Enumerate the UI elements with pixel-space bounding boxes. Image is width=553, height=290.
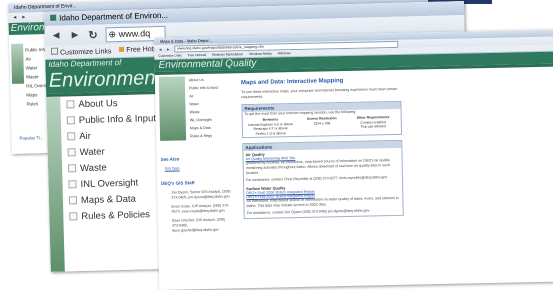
- gis-staff-list: Jim Dyson, Senior GIS Analyst, (208) 373…: [171, 189, 232, 233]
- table-cell: [296, 130, 347, 136]
- page-icon: [50, 47, 59, 55]
- fav-link[interactable]: Windows: [278, 51, 291, 55]
- gis-staff-heading: DEQ's GIS Staff: [160, 180, 195, 186]
- gis-data-link[interactable]: GIS Data: [165, 166, 180, 170]
- forward-button[interactable]: ►: [69, 29, 80, 41]
- back-icon[interactable]: ◄: [158, 46, 162, 51]
- bullet-icon: [66, 116, 75, 125]
- bullet-icon: [68, 180, 77, 189]
- table-cell: Firefox 1.0 or above: [255, 131, 286, 136]
- app-description: (powered by ArcIMS). An interactive, map…: [245, 158, 390, 176]
- sidebar-menu: About Us Public Info & Input Air Water W…: [66, 94, 158, 224]
- page-title: Maps and Data: Interactive Mapping: [240, 78, 344, 87]
- tree-photo: [46, 96, 65, 272]
- staff-entry: Evan Coyle, GIS Analyst, (208) 373-0573,…: [171, 203, 230, 214]
- sidebar: About Us Public Info & Input Air Water W…: [46, 93, 169, 272]
- bullet-icon: [69, 212, 78, 221]
- bullet-icon: [67, 148, 76, 157]
- customize-links-link[interactable]: Customize Links: [50, 46, 112, 57]
- sidebar-item-rules[interactable]: Rules & Policies: [69, 206, 158, 224]
- bullet-icon: [67, 164, 77, 173]
- applications-panel: Applications Air Quality Air Quality Mon…: [242, 140, 404, 220]
- fav-link[interactable]: Free Hotmail: [188, 53, 206, 57]
- sidebar-item-rules[interactable]: Rules & Regs: [190, 132, 219, 141]
- staff-entry: Dave Grachel, GIS Analyst, (208) 373-040…: [171, 217, 226, 233]
- globe-icon: ⊕: [108, 28, 117, 39]
- forward-icon[interactable]: ►: [166, 46, 170, 51]
- table-cell: [348, 129, 399, 135]
- sidebar-item-public-info[interactable]: Public Info & Input: [189, 84, 218, 93]
- bullet-icon: [68, 196, 78, 205]
- sidebar: About Us Public Info & Input Air Water W…: [155, 73, 235, 290]
- bullet-icon: [67, 132, 76, 141]
- refresh-button[interactable]: ↻: [88, 28, 98, 41]
- requirements-table: Browsers Screen Resolution Other Require…: [243, 114, 401, 138]
- fav-link[interactable]: Windows Marketplace: [212, 52, 243, 57]
- browser-window-front: Maps & Data - Idaho Depar... ◄ ► www.deq…: [154, 29, 553, 290]
- app-description: An interactive, map-based source of info…: [246, 196, 399, 209]
- requirements-panel: Requirements To get the most from your I…: [241, 100, 403, 139]
- application-air: Air Quality Air Quality Monitoring Web S…: [243, 148, 402, 185]
- fav-link[interactable]: Windows Media: [249, 52, 272, 56]
- sidebar-menu: About Us Public Info & Input Air Water W…: [189, 76, 220, 141]
- back-icon[interactable]: ◄: [12, 15, 17, 21]
- popular-topics[interactable]: Popular Ti...: [19, 135, 43, 141]
- forward-icon[interactable]: ►: [21, 15, 26, 21]
- staff-entry: Jim Dyson, Senior GIS Analyst, (208) 373…: [171, 189, 231, 200]
- fav-link[interactable]: Customize Links: [158, 53, 181, 57]
- hotmail-icon: [119, 46, 125, 53]
- page-favicon: [50, 14, 57, 21]
- bullet-icon: [66, 100, 75, 109]
- application-water: Surface Water Quality DEQ's Draft 2006 3…: [244, 182, 403, 218]
- tree-photo: [158, 76, 187, 141]
- back-button[interactable]: ◄: [50, 30, 61, 42]
- intro-text: To use these interactive maps, your comp…: [241, 86, 398, 100]
- see-also-heading: See Also: [160, 156, 180, 162]
- main-content: Maps and Data: Interactive Mapping To us…: [241, 77, 405, 280]
- app-contact: For assistance, contact Jim Dyson (208) …: [246, 208, 370, 216]
- tree-photo: [11, 43, 25, 84]
